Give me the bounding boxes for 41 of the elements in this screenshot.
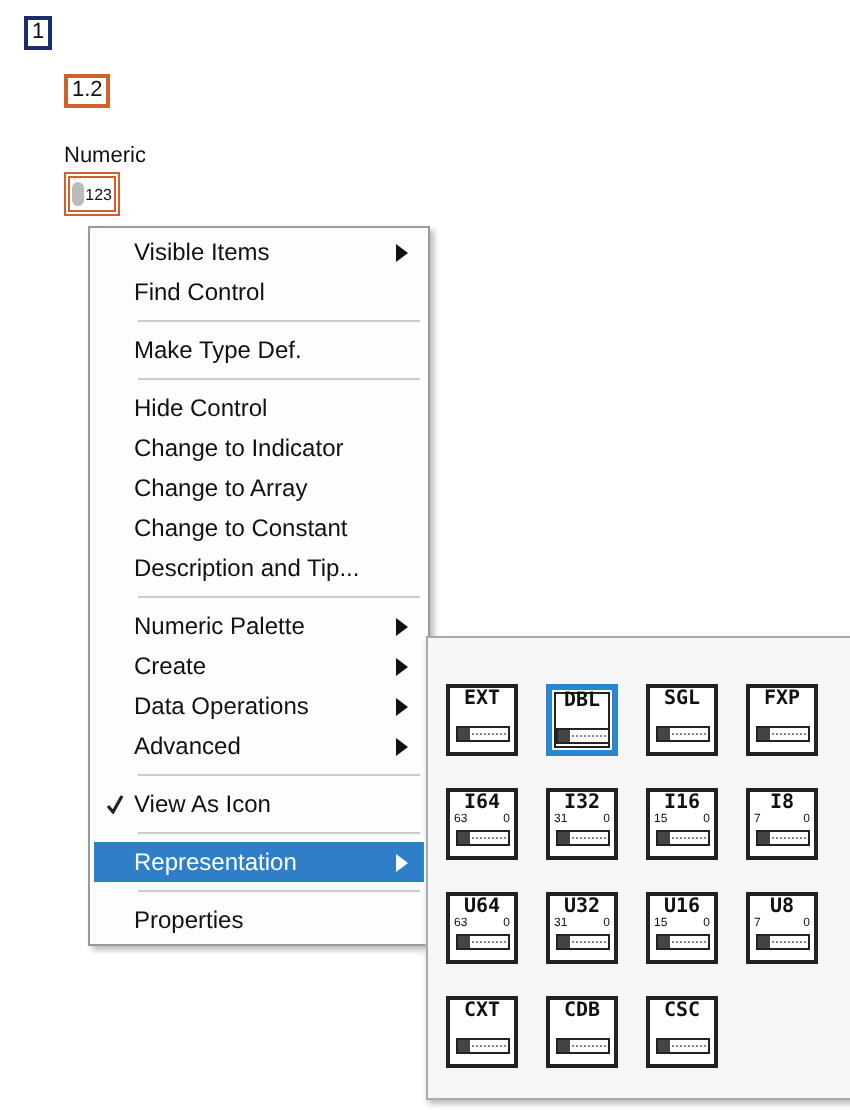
menu-item[interactable]: Change to Constant [94, 508, 424, 548]
data-type-icon [555, 1038, 609, 1054]
data-type-icon [655, 1038, 709, 1054]
data-type-icon [655, 934, 709, 950]
menu-item[interactable]: Numeric Palette [94, 606, 424, 646]
submenu-arrow-icon [396, 697, 408, 715]
menu-item[interactable]: View As Icon [94, 784, 424, 824]
submenu-arrow-icon [396, 853, 408, 871]
menu-item[interactable]: Create [94, 646, 424, 686]
data-type-icon [455, 934, 509, 950]
submenu-arrow-icon [396, 737, 408, 755]
menu-item[interactable]: Find Control [94, 272, 424, 312]
numeric-control-icon[interactable]: 123 [64, 172, 120, 216]
menu-item[interactable]: Data Operations [94, 686, 424, 726]
menu-item[interactable]: Change to Array [94, 468, 424, 508]
data-type-icon [755, 830, 809, 846]
control-label: Numeric [64, 144, 146, 168]
data-type-icon [455, 1038, 509, 1054]
submenu-arrow-icon [396, 617, 408, 635]
menu-item[interactable]: Advanced [94, 726, 424, 766]
menu-item[interactable]: Change to Indicator [94, 428, 424, 468]
data-type-icon [455, 726, 509, 742]
menu-item[interactable]: Make Type Def. [94, 330, 424, 370]
menu-item[interactable]: Properties [94, 900, 424, 940]
data-type-icon [455, 830, 509, 846]
data-type-icon [655, 830, 709, 846]
numeric-indicator[interactable]: 1.2 [64, 74, 111, 108]
data-type-icon [555, 728, 609, 744]
data-type-icon [655, 726, 709, 742]
menu-item[interactable]: Visible Items [94, 232, 424, 272]
numeric-indicator[interactable]: 1 [24, 16, 53, 50]
data-type-icon [555, 934, 609, 950]
data-type-icon [555, 830, 609, 846]
menu-item[interactable]: Description and Tip... [94, 548, 424, 588]
submenu-arrow-icon [396, 243, 408, 261]
checkmark-icon [105, 794, 123, 814]
submenu-arrow-icon [396, 657, 408, 675]
menu-item[interactable]: Representation [94, 842, 424, 882]
data-type-icon [755, 726, 809, 742]
menu-item[interactable]: Hide Control [94, 388, 424, 428]
data-type-icon [755, 934, 809, 950]
